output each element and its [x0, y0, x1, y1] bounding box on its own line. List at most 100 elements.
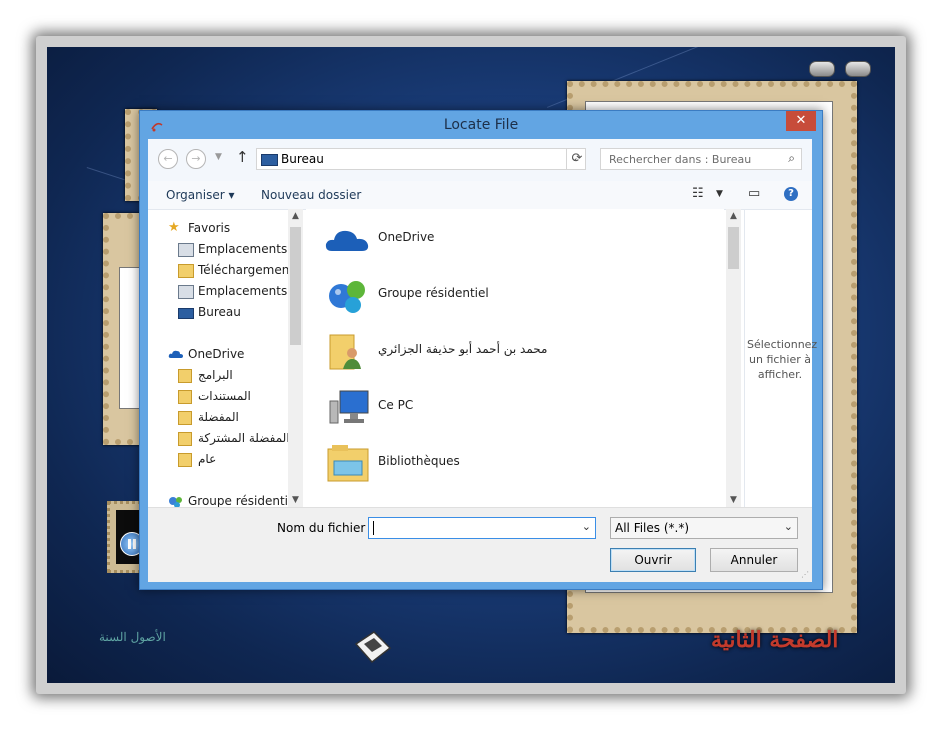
scroll-down-arrow-icon[interactable]: ▼ [726, 495, 741, 505]
nav-item-label: المستندات [198, 389, 251, 403]
list-item-name: محمد بن أحمد أبو حذيفة الجزائري [378, 342, 548, 356]
list-item[interactable]: محمد بن أحمد أبو حذيفة الجزائري [324, 325, 704, 377]
nav-item-label: البرامج [198, 368, 233, 382]
search-placeholder: Rechercher dans : Bureau [609, 153, 752, 166]
folder-icon [178, 390, 192, 404]
scroll-up-arrow-icon[interactable]: ▲ [288, 211, 303, 221]
nav-item-recent-places[interactable]: Emplacements ré [148, 240, 298, 260]
nav-item-desktop[interactable]: Bureau [148, 303, 298, 323]
search-input[interactable]: Rechercher dans : Bureau ⌕ [600, 148, 802, 170]
nav-item-recent-places-2[interactable]: Emplacements ré [148, 282, 298, 302]
list-item-name: Groupe résidentiel [378, 286, 489, 300]
nav-item-label: المفضلة المشتركة [198, 431, 290, 445]
nav-item-label: Téléchargements [198, 263, 298, 277]
file-type-value: All Files (*.*) [615, 521, 690, 535]
nav-item-folder-shared-favorites[interactable]: المفضلة المشتركة [148, 429, 298, 449]
nav-item-homegroup[interactable]: Groupe résidentiel [148, 492, 298, 507]
network-icon [324, 499, 372, 507]
address-text: Bureau [281, 152, 324, 166]
libraries-icon [327, 445, 369, 482]
nav-item-folder-public[interactable]: عام [148, 450, 298, 470]
text-caret [373, 521, 374, 535]
nav-item-onedrive[interactable]: OneDrive [148, 345, 298, 365]
nav-item-label: Emplacements ré [198, 242, 298, 256]
resize-grip-icon[interactable]: ⋰ [801, 570, 809, 579]
address-box[interactable]: Bureau ⌄ [256, 148, 586, 170]
list-item-name: OneDrive [378, 230, 435, 244]
minimize-app-button[interactable] [809, 61, 835, 77]
file-list-scrollbar[interactable]: ▲ ▼ [726, 209, 741, 507]
nav-item-downloads[interactable]: Téléchargements [148, 261, 298, 281]
save-floppy-icon[interactable] [352, 630, 392, 664]
user-folder-icon [329, 334, 361, 370]
nav-item-label: Bureau [198, 305, 241, 319]
nav-item-label: عام [198, 452, 217, 466]
refresh-icon[interactable]: ⟳ [566, 148, 587, 170]
navigation-pane: ★ Favoris Emplacements ré Téléchargement… [148, 209, 304, 507]
chevron-down-icon[interactable]: ⌄ [582, 520, 591, 533]
cancel-button[interactable]: Annuler [710, 548, 798, 572]
nav-item-favorites[interactable]: ★ Favoris [148, 219, 298, 239]
search-icon[interactable]: ⌕ [788, 151, 795, 166]
folder-icon [178, 411, 192, 425]
cloud-icon [325, 230, 369, 251]
nav-item-label: Emplacements ré [198, 284, 298, 298]
history-dropdown-icon[interactable]: ▼ [215, 152, 222, 162]
nav-item-label: المفضلة [198, 410, 239, 424]
back-arrow-icon[interactable]: ← [158, 149, 178, 169]
filename-label: Nom du fichier : [277, 521, 374, 535]
open-button[interactable]: Ouvrir [610, 548, 696, 572]
footer-left-label[interactable]: الأصول السنة [99, 630, 166, 644]
dialog-footer: Nom du fichier : ⌄ All Files (*.*) ⌄ Ouv… [148, 507, 812, 582]
filename-input[interactable]: ⌄ [368, 517, 596, 539]
cloud-icon [168, 348, 183, 360]
preview-message: Sélectionnez un fichier à afficher. [747, 338, 818, 381]
nav-scroll-thumb[interactable] [290, 227, 301, 345]
list-item-name: Ce PC [378, 398, 414, 412]
folder-icon [178, 369, 192, 383]
dialog-title: Locate File [443, 117, 519, 133]
desktop-icon [261, 154, 278, 166]
nav-item-folder-favorites[interactable]: المفضلة [148, 408, 298, 428]
nav-item-label: Groupe résidentiel [188, 494, 298, 507]
nav-pane-scrollbar[interactable]: ▲ ▼ [288, 209, 303, 507]
list-item-name: Bibliothèques [378, 454, 460, 468]
homegroup-icon [329, 281, 365, 313]
computer-icon [329, 390, 369, 424]
close-app-button[interactable] [845, 61, 871, 77]
list-item[interactable]: Bibliothèques [324, 437, 704, 489]
up-arrow-icon[interactable]: ↑ [236, 148, 249, 166]
folder-icon [178, 453, 192, 467]
star-icon: ★ [168, 220, 180, 235]
footer-right-title[interactable]: الصفحة الثانية [711, 627, 838, 653]
downloads-folder-icon [178, 264, 194, 278]
forward-arrow-icon[interactable]: → [186, 149, 206, 169]
list-item[interactable]: OneDrive [324, 213, 704, 265]
list-item[interactable]: Ce PC [324, 381, 704, 433]
list-item[interactable] [324, 493, 704, 507]
nav-item-folder-documents[interactable]: المستندات [148, 387, 298, 407]
dialog-client: ← → ▼ ↑ Bureau ⌄ ⟳ Rechercher dans : Bur… [148, 139, 818, 582]
nav-item-label: OneDrive [188, 347, 245, 361]
file-scroll-thumb[interactable] [728, 227, 739, 269]
preview-pane-icon[interactable]: ▭ [748, 186, 760, 201]
view-options-icon[interactable]: ☷ [692, 186, 704, 201]
view-dropdown-icon[interactable]: ▼ [716, 189, 723, 199]
homegroup-icon [168, 495, 182, 507]
organize-button[interactable]: Organiser ▾ [166, 188, 234, 202]
new-folder-button[interactable]: Nouveau dossier [261, 188, 361, 202]
recent-places-icon [178, 285, 194, 299]
file-type-select[interactable]: All Files (*.*) ⌄ [610, 517, 798, 539]
recent-places-icon [178, 243, 194, 257]
close-dialog-button[interactable]: ✕ [786, 111, 816, 131]
scroll-up-arrow-icon[interactable]: ▲ [726, 211, 741, 221]
help-icon[interactable]: ? [784, 187, 798, 201]
scroll-down-arrow-icon[interactable]: ▼ [288, 495, 303, 505]
locate-file-dialog: Locate File ✕ ← → ▼ ↑ Bureau ⌄ ⟳ Recherc… [139, 110, 823, 590]
command-toolbar: Organiser ▾ Nouveau dossier ☷ ▼ ▭ ? [148, 181, 812, 210]
nav-item-folder-programs[interactable]: البرامج [148, 366, 298, 386]
chevron-down-icon[interactable]: ⌄ [784, 520, 793, 533]
desktop-icon [178, 308, 194, 319]
folder-icon [178, 432, 192, 446]
list-item[interactable]: Groupe résidentiel [324, 269, 704, 321]
